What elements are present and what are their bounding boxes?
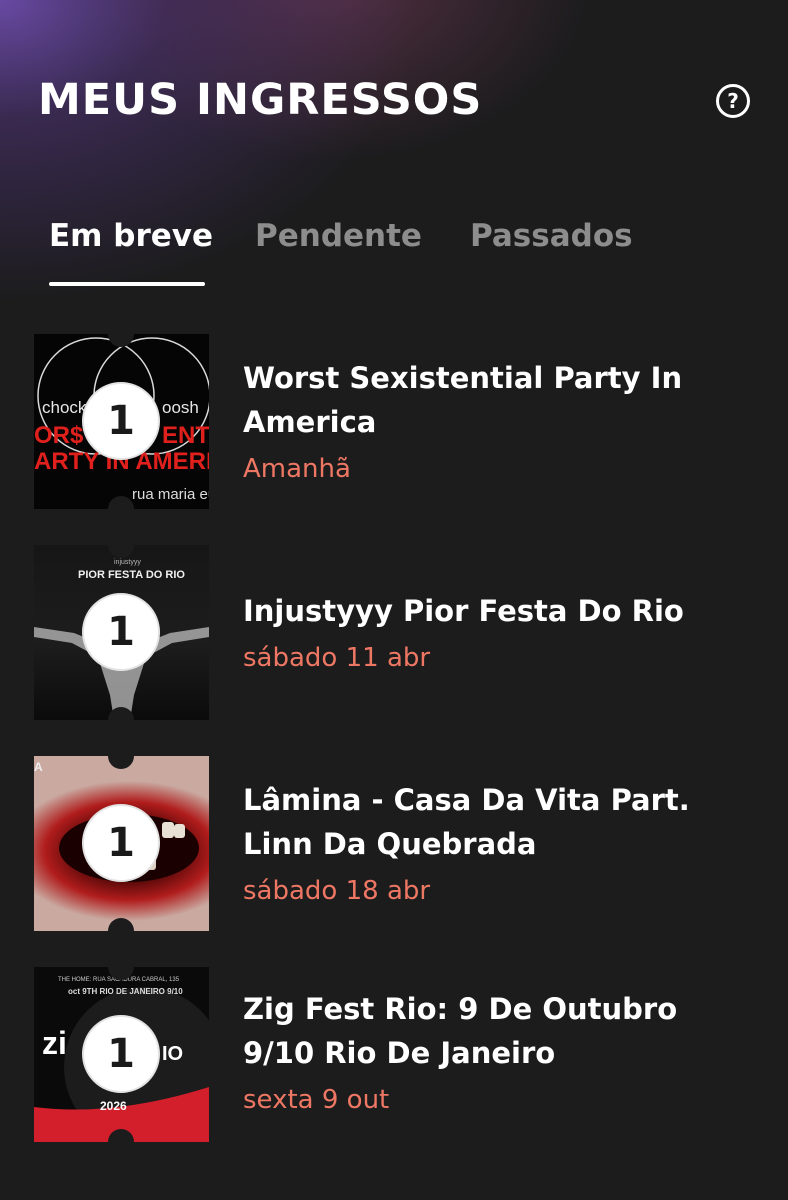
event-title: Zig Fest Rio: 9 De Outubro 9/10 Rio De J…: [243, 992, 678, 1070]
active-tab-indicator: [49, 282, 205, 286]
art-text: PIOR FESTA DO RIO: [78, 569, 185, 581]
art-text: chock: [42, 398, 87, 417]
event-thumbnail: A 1: [34, 756, 209, 931]
ticket-quantity-badge: 1: [82, 593, 160, 671]
event-title: Injustyyy Pior Festa Do Rio: [243, 594, 684, 628]
event-date: sábado 11 abr: [243, 643, 431, 673]
help-icon-glyph: ?: [727, 89, 739, 113]
tab-passados[interactable]: Passados: [470, 214, 633, 258]
ticket-item[interactable]: A 1 Lâmina - Casa Da Vita Part. Linn Da …: [34, 756, 750, 932]
event-thumbnail: THE HOME: RUA SACADURA CABRAL, 135 oct 9…: [34, 967, 209, 1142]
event-date: Amanhã: [243, 454, 351, 484]
event-date: sábado 18 abr: [243, 876, 431, 906]
page-title: MEUS INGRESSOS: [38, 75, 483, 125]
ticket-info: Lâmina - Casa Da Vita Part. Linn Da Queb…: [243, 778, 743, 910]
ticket-quantity-badge: 1: [82, 382, 160, 460]
art-text: zi: [42, 1025, 67, 1061]
ticket-quantity-badge: 1: [82, 1015, 160, 1093]
art-text: rua maria eu: [132, 486, 209, 503]
tab-bar: Em breve Pendente Passados: [49, 214, 749, 286]
help-icon[interactable]: ?: [716, 84, 750, 118]
art-text: oosh: [162, 398, 199, 417]
ticket-item[interactable]: chock oosh OR$T ENT ARTY IN AMERIC rua m…: [34, 334, 750, 510]
art-text: IO: [162, 1043, 184, 1065]
ticket-info: Zig Fest Rio: 9 De Outubro 9/10 Rio De J…: [243, 987, 743, 1119]
art-text: oct 9TH RIO DE JANEIRO 9/10: [68, 987, 183, 996]
event-thumbnail: injustyyy PIOR FESTA DO RIO 1: [34, 545, 209, 720]
ticket-item[interactable]: injustyyy PIOR FESTA DO RIO 1 Injustyyy …: [34, 545, 750, 721]
art-text: A: [34, 760, 43, 774]
event-thumbnail: chock oosh OR$T ENT ARTY IN AMERIC rua m…: [34, 334, 209, 509]
ticket-quantity-badge: 1: [82, 804, 160, 882]
ticket-info: Worst Sexistential Party In America Aman…: [243, 356, 743, 488]
tab-em-breve[interactable]: Em breve: [49, 214, 213, 258]
page-header: MEUS INGRESSOS ?: [38, 74, 750, 134]
ticket-item[interactable]: THE HOME: RUA SACADURA CABRAL, 135 oct 9…: [34, 967, 750, 1143]
tab-pendente[interactable]: Pendente: [255, 214, 422, 258]
event-title: Worst Sexistential Party In America: [243, 361, 683, 439]
art-text: ENT: [162, 422, 209, 449]
event-title: Lâmina - Casa Da Vita Part. Linn Da Queb…: [243, 783, 690, 861]
art-text: 2026: [100, 1099, 127, 1113]
ticket-info: Injustyyy Pior Festa Do Rio sábado 11 ab…: [243, 589, 743, 677]
art-text: injustyyy: [114, 559, 141, 566]
event-date: sexta 9 out: [243, 1085, 390, 1115]
